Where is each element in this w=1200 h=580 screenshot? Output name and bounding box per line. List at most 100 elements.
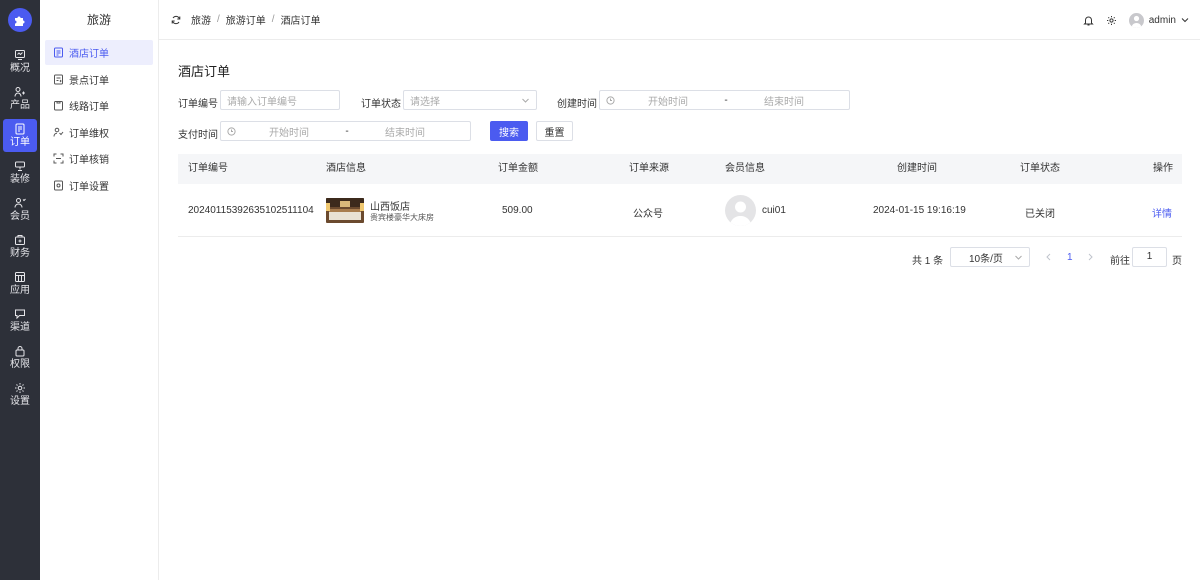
created-time-label: 创建时间: [557, 99, 597, 110]
rail-item-label: 会员: [10, 211, 30, 222]
page-size-value: 10条/页: [969, 253, 1003, 265]
apps-icon: [14, 271, 26, 283]
ticket-icon: [53, 74, 64, 85]
paid-start[interactable]: 开始时间: [242, 124, 336, 139]
channel-icon: [14, 308, 26, 320]
chevron-down-icon: [1014, 253, 1023, 262]
main-nav-rail: 概况 产品 订单 装修 会员 财务 应用 渠道 权限 设置: [0, 0, 40, 580]
page-suffix: 页: [1172, 256, 1182, 267]
submenu-item-label: 订单设置: [69, 181, 109, 193]
rail-item-finance[interactable]: 财务: [3, 230, 37, 263]
breadcrumb-separator: /: [217, 14, 220, 25]
clipboard-icon: [53, 100, 64, 111]
submenu-item-label: 线路订单: [69, 102, 109, 113]
hotel-room-image-icon: [326, 198, 364, 223]
reset-button[interactable]: 重置: [536, 121, 573, 141]
submenu-item-label: 酒店订单: [69, 49, 109, 60]
cell-amount: 509.00: [502, 205, 533, 216]
gear-icon[interactable]: [1106, 15, 1117, 26]
cell-order-no: 20240115392635102511104: [188, 205, 314, 216]
scan-icon: [53, 153, 64, 164]
rail-item-label: 装修: [10, 174, 30, 185]
breadcrumb-current: 酒店订单: [280, 16, 321, 27]
user-shield-icon: [53, 127, 64, 138]
goto-page-input[interactable]: 1: [1132, 247, 1167, 267]
sub-menu: 旅游 酒店订单 景点订单 线路订单 订单维权 订单核销 订单设置: [40, 0, 159, 580]
refresh-icon[interactable]: [171, 15, 181, 25]
next-page-icon[interactable]: [1085, 252, 1095, 262]
cell-hotel-name: 山西饭店: [370, 202, 410, 213]
member-icon: [14, 197, 26, 209]
clock-icon: [606, 95, 615, 105]
rail-item-permission[interactable]: 权限: [3, 341, 37, 374]
col-created-time: 创建时间: [897, 163, 937, 174]
paid-time-label: 支付时间: [178, 130, 218, 141]
order-no-input[interactable]: 请输入订单编号: [220, 90, 340, 110]
status-placeholder: 请选择: [410, 96, 440, 108]
created-time-range[interactable]: 开始时间 - 结束时间: [599, 90, 850, 110]
rail-item-apps[interactable]: 应用: [3, 267, 37, 300]
col-hotel-info: 酒店信息: [326, 163, 366, 174]
submenu-item-label: 订单核销: [69, 155, 109, 166]
app-logo[interactable]: [8, 8, 32, 32]
puzzle-icon: [15, 16, 25, 26]
permission-icon: [14, 345, 26, 357]
rail-item-label: 财务: [10, 248, 30, 259]
pagination-total: 共 1 条: [912, 256, 944, 267]
submenu-item-label: 景点订单: [69, 75, 109, 87]
submenu-item-hotel-orders[interactable]: 酒店订单: [45, 40, 153, 65]
bell-icon[interactable]: [1083, 15, 1094, 26]
col-source: 订单来源: [629, 163, 669, 174]
goto-label: 前往: [1110, 256, 1130, 267]
search-button[interactable]: 搜索: [490, 121, 528, 141]
col-order-no: 订单编号: [188, 163, 228, 174]
status-label: 订单状态: [361, 99, 401, 110]
rail-item-label: 应用: [10, 285, 30, 296]
created-end[interactable]: 结束时间: [737, 93, 831, 108]
breadcrumb-item[interactable]: 旅游订单: [226, 12, 266, 27]
submenu-item-label: 订单维权: [69, 128, 109, 140]
product-icon: [14, 86, 26, 98]
rail-item-product[interactable]: 产品: [3, 82, 37, 115]
col-amount: 订单金额: [498, 163, 538, 174]
submenu-item-order-settings[interactable]: 订单设置: [45, 173, 153, 198]
prev-page-icon[interactable]: [1044, 252, 1054, 262]
table-header: 订单编号 酒店信息 订单金额 订单来源 会员信息 创建时间 订单状态 操作: [178, 154, 1182, 184]
decorate-icon: [14, 160, 26, 172]
user-avatar[interactable]: [1128, 12, 1144, 28]
table-row: 20240115392635102511104 山西饭店 贵宾楼豪华大床房 50…: [178, 184, 1182, 237]
submenu-item-attraction-orders[interactable]: 景点订单: [45, 67, 153, 92]
rail-item-decorate[interactable]: 装修: [3, 156, 37, 189]
dashboard-icon: [14, 49, 26, 61]
header-actions: admin: [1071, 0, 1190, 40]
rail-item-label: 设置: [10, 396, 30, 407]
status-select[interactable]: 请选择: [403, 90, 537, 110]
cell-member-name: cui01: [762, 205, 786, 216]
detail-link[interactable]: 详情: [1152, 205, 1172, 220]
rail-item-channel[interactable]: 渠道: [3, 304, 37, 337]
rail-item-label: 产品: [10, 100, 30, 111]
order-no-placeholder: 请输入订单编号: [227, 96, 297, 108]
member-avatar: [725, 195, 756, 226]
submenu-item-order-rights[interactable]: 订单维权: [45, 120, 153, 145]
created-start[interactable]: 开始时间: [621, 93, 715, 108]
page-size-select[interactable]: 10条/页: [950, 247, 1030, 267]
rail-item-order[interactable]: 订单: [3, 119, 37, 152]
page-number-current[interactable]: 1: [1067, 252, 1073, 263]
rail-item-settings[interactable]: 设置: [3, 378, 37, 411]
settings-doc-icon: [53, 180, 64, 191]
rail-item-dashboard[interactable]: 概况: [3, 45, 37, 78]
breadcrumb-item[interactable]: 旅游: [191, 12, 211, 27]
col-action: 操作: [1153, 163, 1173, 174]
submenu-item-order-verify[interactable]: 订单核销: [45, 146, 153, 171]
rail-item-member[interactable]: 会员: [3, 193, 37, 226]
username[interactable]: admin: [1149, 15, 1176, 26]
col-member-info: 会员信息: [725, 163, 765, 174]
chevron-down-icon[interactable]: [1180, 15, 1190, 25]
paid-time-range[interactable]: 开始时间 - 结束时间: [220, 121, 471, 141]
submenu-item-route-orders[interactable]: 线路订单: [45, 93, 153, 118]
cell-source: 公众号: [633, 209, 663, 220]
rail-item-label: 概况: [10, 63, 30, 74]
hotel-thumbnail: [326, 198, 364, 223]
paid-end[interactable]: 结束时间: [358, 124, 452, 139]
